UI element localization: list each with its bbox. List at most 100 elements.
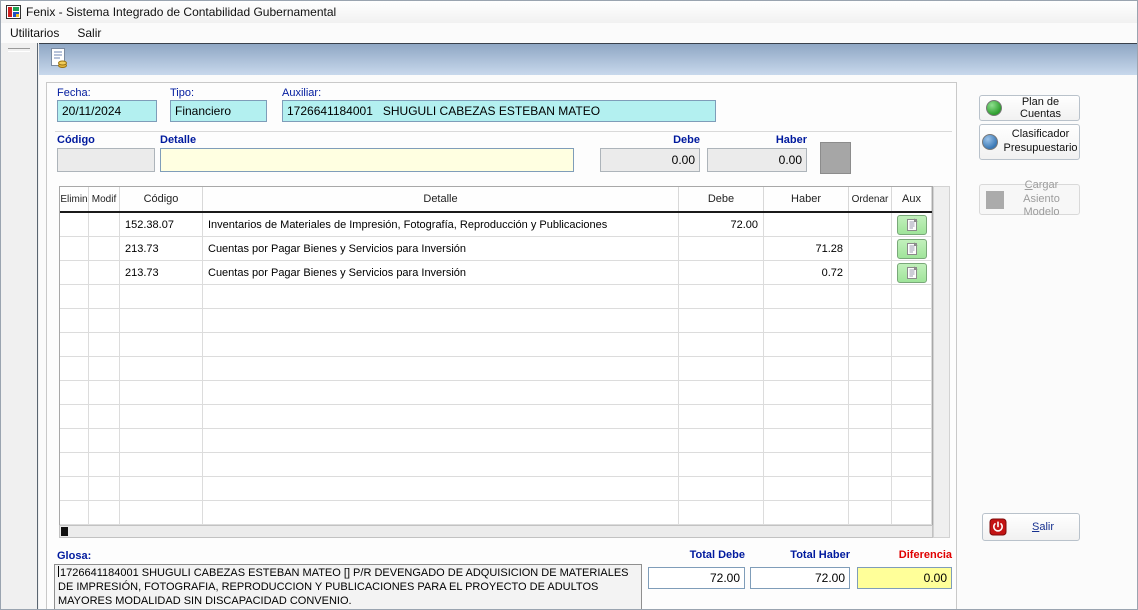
debe-input[interactable]: 0.00: [600, 148, 700, 172]
green-sphere-icon: [986, 100, 1002, 116]
cell-aux: [892, 453, 932, 477]
cell-detalle: Cuentas por Pagar Bienes y Servicios par…: [203, 237, 679, 261]
cell-modif[interactable]: [89, 309, 120, 333]
plan-de-cuentas-button[interactable]: Plan de Cuentas: [979, 95, 1080, 121]
codigo-input[interactable]: [57, 148, 155, 172]
horizontal-scrollbar[interactable]: [59, 525, 933, 538]
cell-ordenar: [849, 357, 892, 381]
header-haber: Haber: [764, 187, 849, 211]
aux-button[interactable]: [897, 263, 927, 283]
cell-elimin[interactable]: [60, 261, 89, 285]
cell-elimin[interactable]: [60, 453, 89, 477]
tipo-label: Tipo:: [170, 87, 194, 99]
cell-elimin[interactable]: [60, 381, 89, 405]
glosa-label: Glosa:: [57, 550, 91, 562]
menu-salir[interactable]: Salir: [68, 24, 110, 42]
cell-haber: [764, 213, 849, 237]
cell-modif[interactable]: [89, 261, 120, 285]
table-row: [60, 285, 932, 309]
total-debe-label: Total Debe: [648, 549, 745, 561]
detalle-input[interactable]: [160, 148, 574, 172]
cell-haber: [764, 357, 849, 381]
cell-elimin[interactable]: [60, 405, 89, 429]
left-splitter-panel[interactable]: [1, 43, 38, 609]
menu-utilitarios[interactable]: Utilitarios: [1, 24, 68, 42]
cell-modif[interactable]: [89, 333, 120, 357]
new-entry-button[interactable]: [47, 48, 71, 72]
cell-aux: [892, 405, 932, 429]
cell-elimin[interactable]: [60, 429, 89, 453]
aux-button[interactable]: [897, 215, 927, 235]
cell-elimin[interactable]: [60, 213, 89, 237]
cell-modif[interactable]: [89, 501, 120, 525]
debe-label: Debe: [600, 134, 700, 146]
window-title: Fenix - Sistema Integrado de Contabilida…: [26, 5, 336, 19]
cell-haber: [764, 285, 849, 309]
cell-aux: [892, 285, 932, 309]
cell-modif[interactable]: [89, 453, 120, 477]
cell-codigo: [120, 285, 203, 309]
cell-detalle: [203, 477, 679, 501]
cell-modif[interactable]: [89, 285, 120, 309]
cell-elimin[interactable]: [60, 501, 89, 525]
cell-modif[interactable]: [89, 405, 120, 429]
cell-debe: [679, 237, 764, 261]
table-row: [60, 477, 932, 501]
splitter-grip-icon[interactable]: [8, 48, 30, 52]
cell-aux: [892, 429, 932, 453]
horizontal-scrollbar-thumb[interactable]: [61, 527, 68, 536]
diferencia-label: Diferencia: [857, 549, 952, 561]
auxiliar-field[interactable]: 1726641184001 SHUGULI CABEZAS ESTEBAN MA…: [282, 100, 716, 122]
main-area: Fecha: 20/11/2024 Tipo: Financiero Auxil…: [39, 43, 1137, 609]
cell-elimin[interactable]: [60, 285, 89, 309]
app-icon: [6, 5, 21, 19]
cell-debe: 72.00: [679, 213, 764, 237]
application-window: Fenix - Sistema Integrado de Contabilida…: [0, 0, 1138, 610]
cell-elimin[interactable]: [60, 309, 89, 333]
cell-modif[interactable]: [89, 429, 120, 453]
table-body: 152.38.07 Inventarios de Materiales de I…: [60, 213, 932, 525]
cell-codigo: [120, 309, 203, 333]
aux-button[interactable]: [897, 239, 927, 259]
cell-haber: [764, 405, 849, 429]
cell-aux: [892, 333, 932, 357]
cell-debe: [679, 405, 764, 429]
notepad-icon: [906, 242, 918, 256]
cell-aux: [892, 309, 932, 333]
cell-ordenar: [849, 333, 892, 357]
cell-haber: [764, 429, 849, 453]
cell-aux: [892, 381, 932, 405]
header-elimin: Elimin: [60, 187, 89, 211]
cell-detalle: Cuentas por Pagar Bienes y Servicios par…: [203, 261, 679, 285]
cell-elimin[interactable]: [60, 477, 89, 501]
cell-modif[interactable]: [89, 237, 120, 261]
cell-detalle: [203, 309, 679, 333]
tipo-field[interactable]: Financiero: [170, 100, 267, 122]
salir-button[interactable]: Salir: [982, 513, 1080, 541]
codigo-label: Código: [57, 134, 95, 146]
cell-elimin[interactable]: [60, 357, 89, 381]
add-line-button[interactable]: [820, 142, 851, 174]
cell-modif[interactable]: [89, 381, 120, 405]
cell-modif[interactable]: [89, 357, 120, 381]
header-modif: Modif: [89, 187, 120, 211]
notepad-icon: [906, 266, 918, 280]
header-aux: Aux: [892, 187, 932, 211]
cell-aux: [892, 357, 932, 381]
clasificador-presupuestario-button[interactable]: Clasificador Presupuestario: [979, 124, 1080, 160]
cell-modif[interactable]: [89, 477, 120, 501]
cell-elimin[interactable]: [60, 237, 89, 261]
cell-modif[interactable]: [89, 213, 120, 237]
cell-debe: [679, 429, 764, 453]
haber-input[interactable]: 0.00: [707, 148, 807, 172]
glosa-textarea[interactable]: 1726641184001 SHUGULI CABEZAS ESTEBAN MA…: [54, 564, 642, 610]
cell-haber: [764, 309, 849, 333]
cell-elimin[interactable]: [60, 333, 89, 357]
cell-ordenar: [849, 477, 892, 501]
vertical-scrollbar[interactable]: [933, 186, 950, 538]
title-bar: Fenix - Sistema Integrado de Contabilida…: [1, 1, 1137, 23]
cell-ordenar: [849, 309, 892, 333]
menu-bar: Utilitarios Salir: [1, 23, 1137, 43]
fecha-field[interactable]: 20/11/2024: [57, 100, 157, 122]
auxiliar-label: Auxiliar:: [282, 87, 321, 99]
